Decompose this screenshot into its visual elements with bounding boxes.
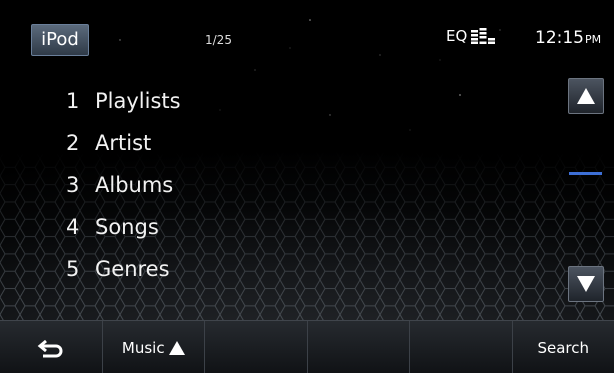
triangle-up-icon bbox=[168, 340, 185, 355]
arrow-up-icon bbox=[577, 88, 595, 104]
back-button[interactable] bbox=[0, 321, 102, 373]
menu-item-playlists[interactable]: 1 Playlists bbox=[66, 80, 181, 122]
menu-item-genres[interactable]: 5 Genres bbox=[66, 248, 181, 290]
eq-label: EQ bbox=[446, 27, 468, 45]
ipod-source-button[interactable]: iPod bbox=[31, 24, 89, 56]
menu-item-label: Albums bbox=[95, 173, 174, 197]
music-label: Music bbox=[121, 338, 165, 357]
menu-item-number: 4 bbox=[66, 215, 80, 239]
menu-item-number: 1 bbox=[66, 89, 80, 113]
menu-item-number: 5 bbox=[66, 257, 80, 281]
menu-item-label: Songs bbox=[95, 215, 159, 239]
menu-item-number: 2 bbox=[66, 131, 80, 155]
equalizer-bars-icon bbox=[471, 28, 496, 44]
menu-item-artist[interactable]: 2 Artist bbox=[66, 122, 181, 164]
menu-item-songs[interactable]: 4 Songs bbox=[66, 206, 181, 248]
clock: 12:15PM bbox=[535, 28, 601, 48]
menu-item-number: 3 bbox=[66, 173, 80, 197]
scroll-up-button[interactable] bbox=[568, 78, 604, 114]
menu-item-label: Genres bbox=[95, 257, 170, 281]
clock-ampm: PM bbox=[585, 33, 602, 46]
arrow-down-icon bbox=[577, 276, 595, 292]
empty-softkey-4[interactable] bbox=[306, 321, 410, 373]
return-arrow-icon bbox=[37, 339, 63, 357]
bottom-toolbar: Music Search bbox=[0, 320, 614, 373]
track-position: 1/25 bbox=[205, 33, 232, 47]
empty-softkey-3[interactable] bbox=[204, 321, 307, 373]
clock-time: 12:15 bbox=[535, 28, 584, 48]
empty-softkey-5[interactable] bbox=[409, 321, 512, 373]
menu-item-label: Playlists bbox=[95, 89, 181, 113]
search-button[interactable]: Search bbox=[511, 321, 614, 373]
music-button[interactable]: Music bbox=[101, 321, 205, 373]
eq-button[interactable]: EQ bbox=[446, 27, 496, 45]
menu-item-albums[interactable]: 3 Albums bbox=[66, 164, 181, 206]
browse-menu: 1 Playlists 2 Artist 3 Albums 4 Songs 5 … bbox=[66, 80, 181, 290]
scroll-position-indicator bbox=[569, 172, 602, 175]
scroll-down-button[interactable] bbox=[568, 266, 604, 302]
ipod-screen: iPod 1/25 EQ 12:15PM 1 Playlists 2 Artis… bbox=[0, 0, 614, 373]
menu-item-label: Artist bbox=[95, 131, 152, 155]
